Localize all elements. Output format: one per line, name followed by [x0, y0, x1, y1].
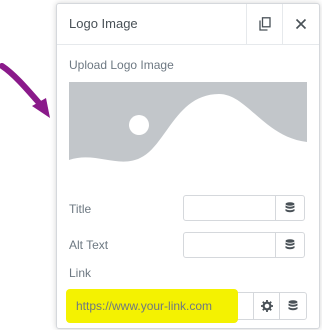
title-label: Title — [69, 202, 92, 216]
alt-dynamic-button[interactable] — [275, 233, 304, 257]
copy-icon — [259, 17, 271, 31]
link-input[interactable]: https://www.your-link.com — [76, 299, 212, 313]
link-settings-button[interactable] — [253, 293, 280, 319]
annotation-arrow — [0, 63, 50, 118]
database-icon — [285, 202, 295, 213]
close-button[interactable] — [282, 4, 319, 44]
gear-icon — [261, 300, 273, 312]
link-field[interactable]: https://www.your-link.com — [66, 289, 307, 323]
link-label: Link — [69, 266, 92, 280]
image-placeholder-icon — [69, 82, 307, 185]
copy-button[interactable] — [246, 4, 283, 44]
close-icon — [295, 18, 307, 30]
upload-logo-label: Upload Logo Image — [69, 58, 174, 72]
alt-text-label: Alt Text — [69, 238, 109, 252]
title-dynamic-button[interactable] — [275, 196, 304, 220]
panel-title: Logo Image — [69, 16, 138, 31]
logo-image-panel: Logo Image Upload Logo Image Title Alt T… — [56, 3, 320, 329]
link-dynamic-button[interactable] — [279, 293, 306, 319]
panel-header: Logo Image — [57, 4, 319, 45]
title-field[interactable] — [183, 195, 305, 221]
database-icon — [288, 300, 298, 311]
alt-text-field[interactable] — [183, 232, 305, 258]
image-upload-area[interactable] — [69, 82, 307, 185]
database-icon — [285, 239, 295, 250]
